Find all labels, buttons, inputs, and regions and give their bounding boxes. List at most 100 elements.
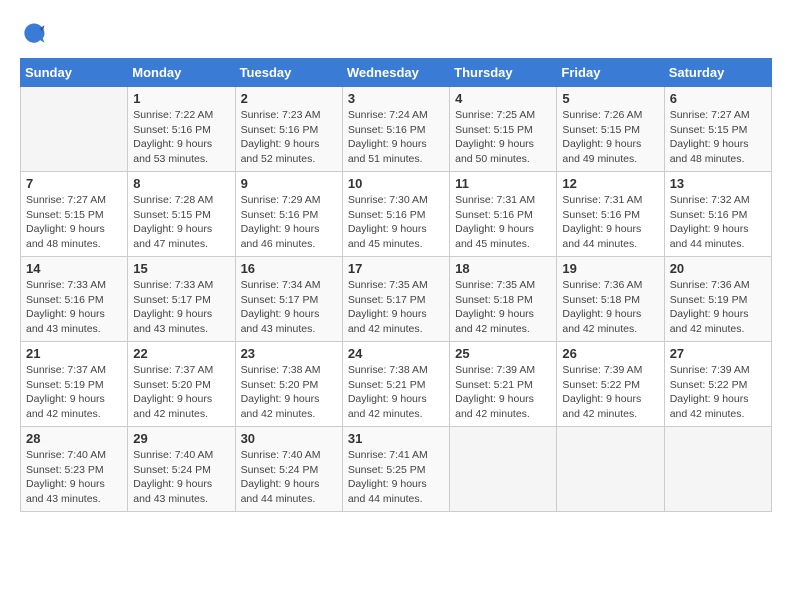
calendar-week-row: 1 Sunrise: 7:22 AMSunset: 5:16 PMDaylight… — [21, 87, 772, 172]
day-number: 31 — [348, 431, 444, 446]
calendar-cell: 6Sunrise: 7:27 AMSunset: 5:15 PMDaylight… — [664, 87, 771, 172]
day-info: Sunrise: 7:38 AMSunset: 5:20 PMDaylight:… — [241, 363, 337, 422]
day-info: Sunrise: 7:39 AMSunset: 5:22 PMDaylight:… — [562, 363, 658, 422]
day-number: 28 — [26, 431, 122, 446]
day-info: Sunrise: 7:39 AMSunset: 5:22 PMDaylight:… — [670, 363, 766, 422]
calendar-cell — [664, 427, 771, 512]
day-info: Sunrise: 7:37 AMSunset: 5:20 PMDaylight:… — [133, 363, 229, 422]
day-number: 12 — [562, 176, 658, 191]
calendar-cell: 8 Sunrise: 7:28 AMSunset: 5:15 PMDaylight… — [128, 172, 235, 257]
calendar-cell: 28Sunrise: 7:40 AMSunset: 5:23 PMDayligh… — [21, 427, 128, 512]
day-info: Sunrise: 7:39 AMSunset: 5:21 PMDaylight:… — [455, 363, 551, 422]
calendar-cell — [557, 427, 664, 512]
day-number: 25 — [455, 346, 551, 361]
calendar-week-row: 21 Sunrise: 7:37 AMSunset: 5:19 PMDayligh… — [21, 342, 772, 427]
day-number: 30 — [241, 431, 337, 446]
header-wednesday: Wednesday — [342, 59, 449, 87]
calendar-cell: 1 Sunrise: 7:22 AMSunset: 5:16 PMDaylight… — [128, 87, 235, 172]
day-number: 11 — [455, 176, 551, 191]
day-number: 16 — [241, 261, 337, 276]
calendar-cell: 12 Sunrise: 7:31 AMSunset: 5:16 PMDayligh… — [557, 172, 664, 257]
calendar-cell: 29 Sunrise: 7:40 AMSunset: 5:24 PMDayligh… — [128, 427, 235, 512]
day-info: Sunrise: 7:32 AMSunset: 5:16 PMDaylight:… — [670, 193, 766, 252]
day-number: 18 — [455, 261, 551, 276]
calendar-cell: 24Sunrise: 7:38 AMSunset: 5:21 PMDayligh… — [342, 342, 449, 427]
day-info: Sunrise: 7:22 AMSunset: 5:16 PMDaylight:… — [133, 108, 229, 167]
day-info: Sunrise: 7:41 AMSunset: 5:25 PMDaylight:… — [348, 448, 444, 507]
day-info: Sunrise: 7:40 AMSunset: 5:24 PMDaylight:… — [133, 448, 229, 507]
day-info: Sunrise: 7:33 AMSunset: 5:16 PMDaylight:… — [26, 278, 122, 337]
header-tuesday: Tuesday — [235, 59, 342, 87]
calendar-header-row: SundayMondayTuesdayWednesdayThursdayFrid… — [21, 59, 772, 87]
day-number: 17 — [348, 261, 444, 276]
calendar-cell: 15 Sunrise: 7:33 AMSunset: 5:17 PMDayligh… — [128, 257, 235, 342]
calendar-cell: 22 Sunrise: 7:37 AMSunset: 5:20 PMDayligh… — [128, 342, 235, 427]
day-number: 26 — [562, 346, 658, 361]
calendar-cell: 19 Sunrise: 7:36 AMSunset: 5:18 PMDayligh… — [557, 257, 664, 342]
day-number: 15 — [133, 261, 229, 276]
day-number: 3 — [348, 91, 444, 106]
logo-icon — [20, 20, 48, 48]
calendar-cell: 20Sunrise: 7:36 AMSunset: 5:19 PMDayligh… — [664, 257, 771, 342]
day-number: 2 — [241, 91, 337, 106]
calendar-week-row: 7 Sunrise: 7:27 AMSunset: 5:15 PMDaylight… — [21, 172, 772, 257]
day-info: Sunrise: 7:25 AMSunset: 5:15 PMDaylight:… — [455, 108, 551, 167]
day-info: Sunrise: 7:26 AMSunset: 5:15 PMDaylight:… — [562, 108, 658, 167]
header-saturday: Saturday — [664, 59, 771, 87]
day-info: Sunrise: 7:38 AMSunset: 5:21 PMDaylight:… — [348, 363, 444, 422]
day-number: 8 — [133, 176, 229, 191]
calendar-cell: 11 Sunrise: 7:31 AMSunset: 5:16 PMDayligh… — [450, 172, 557, 257]
day-info: Sunrise: 7:24 AMSunset: 5:16 PMDaylight:… — [348, 108, 444, 167]
calendar-cell: 23 Sunrise: 7:38 AMSunset: 5:20 PMDayligh… — [235, 342, 342, 427]
calendar-cell: 18Sunrise: 7:35 AMSunset: 5:18 PMDayligh… — [450, 257, 557, 342]
day-number: 4 — [455, 91, 551, 106]
calendar-cell: 4 Sunrise: 7:25 AMSunset: 5:15 PMDaylight… — [450, 87, 557, 172]
day-info: Sunrise: 7:36 AMSunset: 5:19 PMDaylight:… — [670, 278, 766, 337]
calendar-cell: 14 Sunrise: 7:33 AMSunset: 5:16 PMDayligh… — [21, 257, 128, 342]
day-number: 21 — [26, 346, 122, 361]
day-number: 7 — [26, 176, 122, 191]
calendar-cell: 5 Sunrise: 7:26 AMSunset: 5:15 PMDaylight… — [557, 87, 664, 172]
day-number: 5 — [562, 91, 658, 106]
day-number: 9 — [241, 176, 337, 191]
day-number: 14 — [26, 261, 122, 276]
day-number: 10 — [348, 176, 444, 191]
day-info: Sunrise: 7:27 AMSunset: 5:15 PMDaylight:… — [26, 193, 122, 252]
day-info: Sunrise: 7:31 AMSunset: 5:16 PMDaylight:… — [455, 193, 551, 252]
logo — [20, 20, 52, 48]
day-info: Sunrise: 7:31 AMSunset: 5:16 PMDaylight:… — [562, 193, 658, 252]
day-info: Sunrise: 7:30 AMSunset: 5:16 PMDaylight:… — [348, 193, 444, 252]
calendar-cell: 7 Sunrise: 7:27 AMSunset: 5:15 PMDaylight… — [21, 172, 128, 257]
calendar-cell: 3 Sunrise: 7:24 AMSunset: 5:16 PMDaylight… — [342, 87, 449, 172]
calendar-cell: 27 Sunrise: 7:39 AMSunset: 5:22 PMDayligh… — [664, 342, 771, 427]
calendar-cell: 2 Sunrise: 7:23 AMSunset: 5:16 PMDaylight… — [235, 87, 342, 172]
day-number: 27 — [670, 346, 766, 361]
day-number: 13 — [670, 176, 766, 191]
calendar-cell: 31 Sunrise: 7:41 AMSunset: 5:25 PMDayligh… — [342, 427, 449, 512]
header-thursday: Thursday — [450, 59, 557, 87]
day-info: Sunrise: 7:36 AMSunset: 5:18 PMDaylight:… — [562, 278, 658, 337]
day-info: Sunrise: 7:34 AMSunset: 5:17 PMDaylight:… — [241, 278, 337, 337]
day-info: Sunrise: 7:33 AMSunset: 5:17 PMDaylight:… — [133, 278, 229, 337]
header-sunday: Sunday — [21, 59, 128, 87]
day-info: Sunrise: 7:37 AMSunset: 5:19 PMDaylight:… — [26, 363, 122, 422]
day-number: 6 — [670, 91, 766, 106]
page-header — [20, 20, 772, 48]
calendar-cell: 26 Sunrise: 7:39 AMSunset: 5:22 PMDayligh… — [557, 342, 664, 427]
day-info: Sunrise: 7:28 AMSunset: 5:15 PMDaylight:… — [133, 193, 229, 252]
calendar-cell: 17Sunrise: 7:35 AMSunset: 5:17 PMDayligh… — [342, 257, 449, 342]
calendar-cell: 10 Sunrise: 7:30 AMSunset: 5:16 PMDayligh… — [342, 172, 449, 257]
calendar-week-row: 14 Sunrise: 7:33 AMSunset: 5:16 PMDayligh… — [21, 257, 772, 342]
calendar-cell — [21, 87, 128, 172]
day-number: 23 — [241, 346, 337, 361]
day-info: Sunrise: 7:23 AMSunset: 5:16 PMDaylight:… — [241, 108, 337, 167]
day-number: 29 — [133, 431, 229, 446]
calendar-week-row: 28Sunrise: 7:40 AMSunset: 5:23 PMDayligh… — [21, 427, 772, 512]
day-number: 1 — [133, 91, 229, 106]
calendar-cell: 25 Sunrise: 7:39 AMSunset: 5:21 PMDayligh… — [450, 342, 557, 427]
day-info: Sunrise: 7:40 AMSunset: 5:24 PMDaylight:… — [241, 448, 337, 507]
day-number: 19 — [562, 261, 658, 276]
day-info: Sunrise: 7:29 AMSunset: 5:16 PMDaylight:… — [241, 193, 337, 252]
day-number: 22 — [133, 346, 229, 361]
calendar-cell: 30 Sunrise: 7:40 AMSunset: 5:24 PMDayligh… — [235, 427, 342, 512]
